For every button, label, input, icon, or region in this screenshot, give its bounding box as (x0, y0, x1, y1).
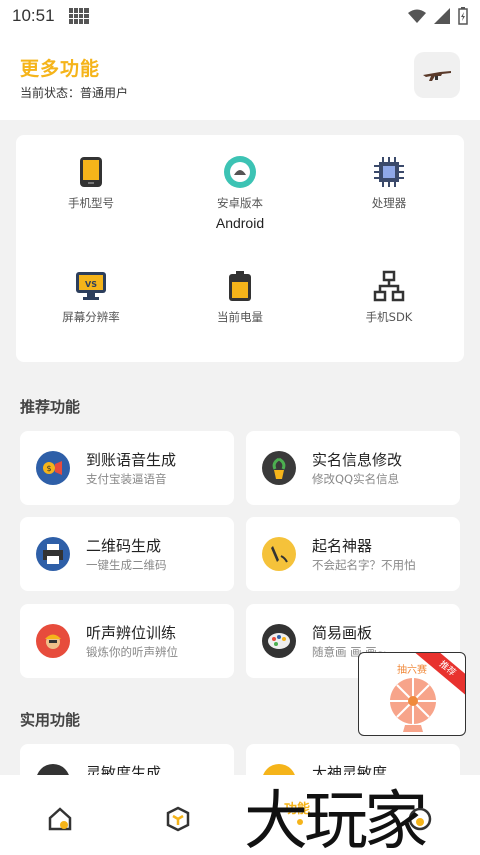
watermark-text: 大玩家 (244, 785, 428, 855)
status-bar: 10:51 (0, 0, 480, 32)
feature-subtitle: 一键生成二维码 (86, 558, 167, 572)
network-icon (372, 269, 406, 303)
info-battery[interactable]: 当前电量 (165, 269, 315, 329)
section-title-recommend: 推荐功能 (20, 398, 81, 416)
battery-icon (458, 7, 468, 25)
page-title: 更多功能 (20, 58, 101, 80)
svg-text:$: $ (46, 464, 51, 473)
info-android-version[interactable]: 安卓版本 Android (165, 155, 315, 231)
wifi-icon (408, 9, 426, 23)
feature-realname-edit[interactable]: 实名信息修改 修改QQ实名信息 (246, 431, 460, 505)
feature-title: 起名神器 (312, 537, 373, 555)
cube-icon (166, 806, 190, 832)
feature-subtitle: 修改QQ实名信息 (312, 472, 400, 486)
svg-text:VS: VS (85, 280, 97, 289)
info-label: 当前电量 (217, 310, 263, 324)
printer-icon (36, 537, 70, 571)
app-grid-icon (68, 8, 89, 24)
user-status: 当前状态：普通用户 (20, 86, 129, 100)
battery-level-icon (223, 269, 257, 303)
feature-title: 实名信息修改 (312, 451, 403, 469)
monitor-icon: VS (74, 269, 108, 303)
page-header: 更多功能 当前状态：普通用户 (0, 32, 480, 120)
info-resolution[interactable]: VS 屏幕分辨率 (16, 269, 166, 329)
home-icon (48, 807, 72, 831)
pen-icon (262, 537, 296, 571)
device-info-card: 手机型号 安卓版本 Android 处理器 VS 屏幕分辨率 当前电量 手机SD… (16, 135, 464, 362)
feature-qrcode[interactable]: 二维码生成 一键生成二维码 (20, 517, 234, 591)
info-sdk[interactable]: 手机SDK (314, 269, 464, 329)
chip-icon (372, 155, 406, 189)
promo-title: 抽六赛 (397, 665, 427, 676)
tab-home[interactable] (40, 799, 80, 839)
palette-icon (262, 624, 296, 658)
section-title-practical: 实用功能 (20, 711, 81, 729)
plant-icon (262, 451, 296, 485)
feature-name-generator[interactable]: 起名神器 不会起名字？不用怕 (246, 517, 460, 591)
feature-title: 听声辨位训练 (86, 624, 177, 642)
feature-sound-training[interactable]: 听声辨位训练 锻炼你的听声辨位 (20, 604, 234, 678)
info-phone-model[interactable]: 手机型号 (16, 155, 166, 215)
feature-arrival-voice[interactable]: $ 到账语音生成 支付宝装逼语音 (20, 431, 234, 505)
info-label: 处理器 (371, 196, 407, 210)
feature-title: 二维码生成 (86, 537, 162, 555)
feature-subtitle: 支付宝装逼语音 (86, 472, 167, 486)
info-label: 屏幕分辨率 (62, 310, 120, 324)
feature-title: 简易画板 (312, 624, 373, 642)
phone-icon (74, 155, 108, 189)
soldier-icon (36, 624, 70, 658)
promo-lottery-popup[interactable]: 抽六赛 推荐 (358, 652, 466, 736)
tab-tools[interactable] (158, 799, 198, 839)
info-processor[interactable]: 处理器 (314, 155, 464, 215)
speaker-icon: $ (36, 451, 70, 485)
prize-wheel-icon (390, 678, 436, 732)
feature-subtitle: 不会起名字？不用怕 (312, 558, 416, 572)
rifle-icon (423, 71, 451, 81)
feature-subtitle: 锻炼你的听声辨位 (86, 645, 178, 659)
android-icon (223, 155, 257, 189)
signal-icon (434, 8, 450, 24)
info-label: 手机SDK (365, 310, 413, 324)
feature-title: 到账语音生成 (86, 451, 177, 469)
info-label: 手机型号 (68, 196, 114, 210)
gun-button[interactable] (414, 52, 460, 98)
info-label: 安卓版本 (217, 196, 263, 210)
info-value: Android (215, 215, 265, 231)
status-time: 10:51 (12, 6, 55, 25)
